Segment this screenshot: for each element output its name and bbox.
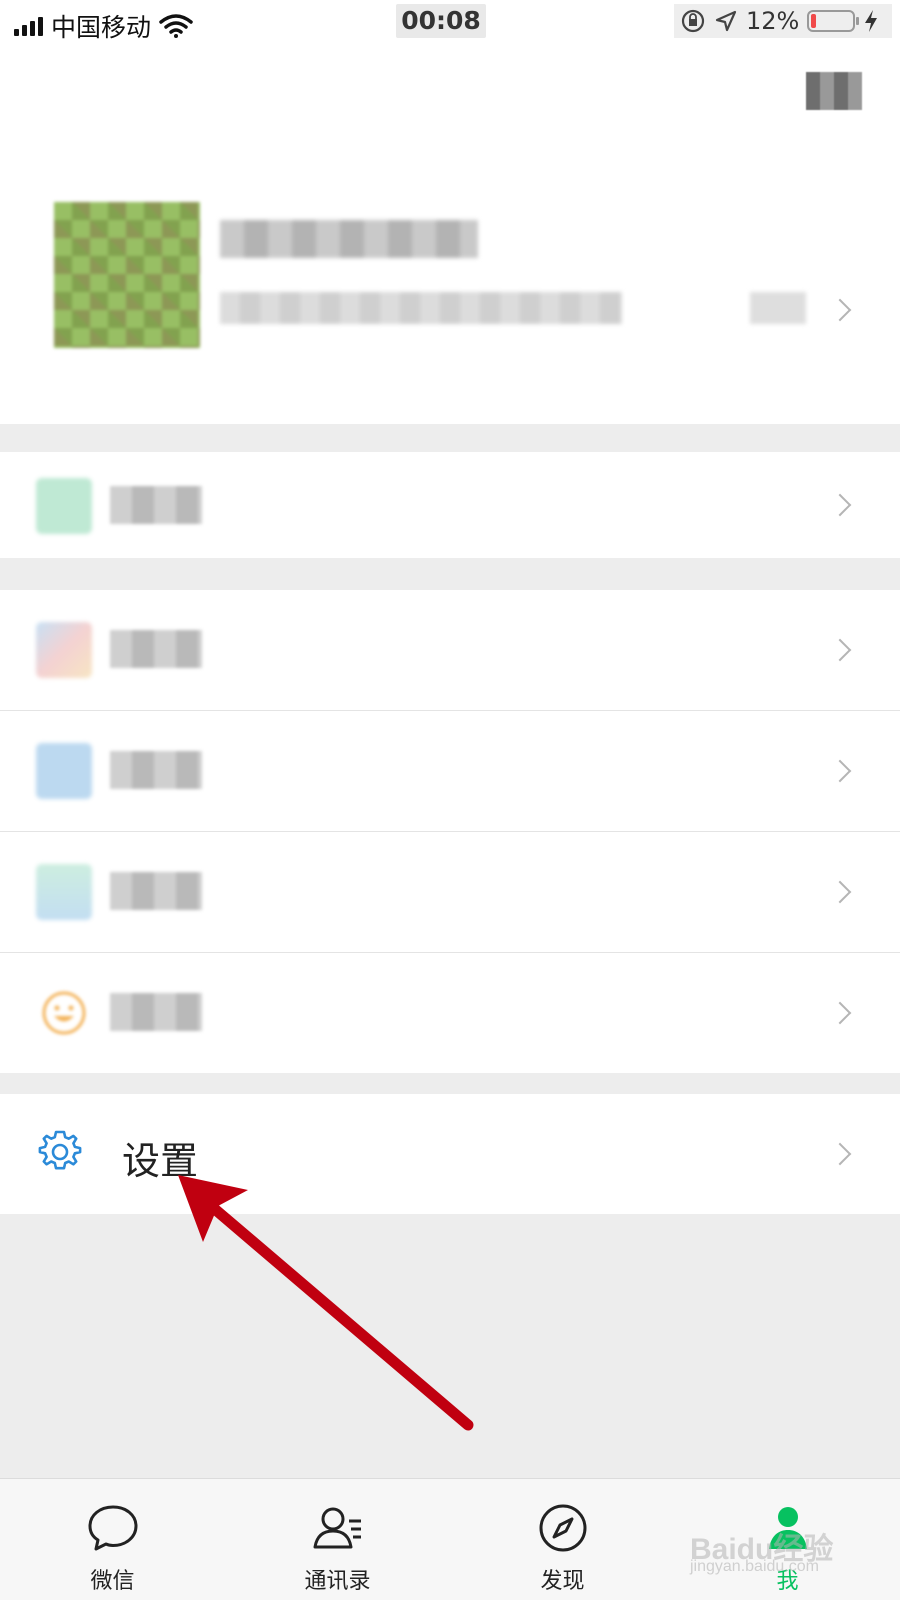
pay-icon <box>36 478 92 534</box>
chevron-right-icon <box>828 759 852 783</box>
rotation-lock-icon <box>681 9 705 33</box>
status-left: 中国移动 <box>14 8 193 44</box>
menu-label-redacted <box>110 872 202 910</box>
tab-contacts[interactable]: 通讯录 <box>225 1479 450 1600</box>
location-icon <box>715 10 737 32</box>
gear-icon <box>38 1130 82 1170</box>
chevron-right-icon <box>828 298 852 322</box>
tab-discover[interactable]: 发现 <box>450 1479 675 1600</box>
settings-label: 设置 <box>122 1139 199 1183</box>
menu-item-cards[interactable] <box>0 832 900 952</box>
menu-item-favorites[interactable] <box>0 590 900 710</box>
chevron-right-icon <box>828 1001 852 1025</box>
status-bar: 中国移动 00:08 12% <box>0 0 900 44</box>
favorites-icon <box>36 622 92 678</box>
chevron-right-icon <box>828 638 852 662</box>
menu-label-redacted <box>110 630 202 668</box>
status-right: 12% <box>674 4 892 38</box>
chevron-right-icon <box>828 493 852 517</box>
profile-name-redacted <box>220 220 478 258</box>
menu-label-redacted <box>110 486 202 524</box>
battery-level-fill <box>811 14 817 28</box>
battery-icon <box>807 10 860 32</box>
chevron-right-icon <box>828 1142 852 1166</box>
camera-icon[interactable] <box>806 72 862 110</box>
menu-item-settings[interactable]: 设置 <box>0 1094 900 1214</box>
clock: 00:08 <box>396 4 486 38</box>
watermark-url: jingyan.baidu.com <box>690 1558 819 1575</box>
menu-label-redacted <box>110 993 202 1031</box>
qr-code-icon[interactable] <box>750 292 806 324</box>
tab-chats[interactable]: 微信 <box>0 1479 225 1600</box>
tab-label: 发现 <box>540 1569 585 1594</box>
profile-header[interactable] <box>0 44 900 424</box>
chat-bubble-icon <box>88 1505 138 1551</box>
profile-id-redacted <box>220 292 622 324</box>
contacts-icon <box>313 1507 361 1549</box>
tab-label: 通讯录 <box>304 1569 371 1594</box>
signal-strength-icon <box>14 16 43 36</box>
avatar[interactable] <box>54 202 200 348</box>
charging-bolt-icon <box>865 10 878 32</box>
menu-item-album[interactable] <box>0 711 900 831</box>
compass-icon <box>539 1504 587 1552</box>
cards-icon <box>36 864 92 920</box>
carrier-name: 中国移动 <box>51 13 152 42</box>
menu-item-stickers[interactable] <box>0 953 900 1073</box>
chevron-right-icon <box>828 880 852 904</box>
tab-label: 微信 <box>90 1569 135 1594</box>
menu-item-pay[interactable] <box>0 452 900 558</box>
smiley-icon <box>36 985 92 1041</box>
menu-label-redacted <box>110 751 202 789</box>
album-icon <box>36 743 92 799</box>
battery-percent: 12% <box>746 7 800 35</box>
wifi-icon <box>159 14 193 38</box>
